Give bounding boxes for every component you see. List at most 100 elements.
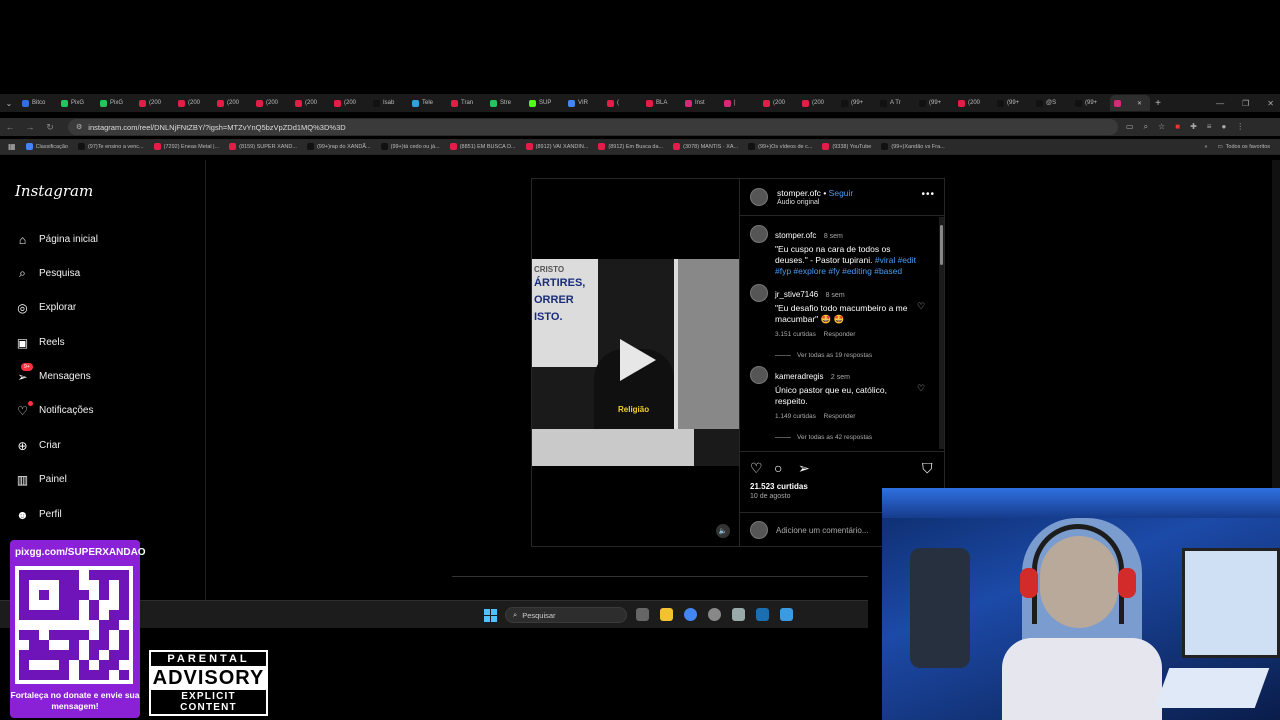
browser-tab[interactable]: ✕	[1110, 95, 1150, 111]
reel-video[interactable]: CRISTO ÁRTIRES, ORRER ISTO. Religião 🔈	[532, 179, 739, 546]
browser-tab[interactable]: PixG	[96, 95, 135, 111]
minimize-icon[interactable]: —	[1216, 99, 1224, 108]
app-icon[interactable]	[708, 608, 721, 621]
comment-username[interactable]: jr_stive7146	[775, 290, 818, 299]
audio-link[interactable]: Áudio original	[777, 199, 819, 206]
comment-like-heart-icon[interactable]: ♡	[917, 383, 925, 394]
browser-tab[interactable]: Isab	[369, 95, 408, 111]
browser-tab[interactable]: SUP	[525, 95, 564, 111]
extension-red-icon[interactable]: ■	[1175, 122, 1180, 132]
browser-tab[interactable]: Stre	[486, 95, 525, 111]
reload-icon[interactable]: ↻	[40, 122, 60, 133]
nav-search[interactable]: ⌕ Pesquisa	[15, 266, 80, 281]
browser-tab[interactable]: Tele	[408, 95, 447, 111]
forward-icon[interactable]: →	[20, 122, 40, 132]
bookmark-item[interactable]: (99+)tá cedo ou já...	[380, 143, 440, 150]
file-explorer-icon[interactable]	[660, 608, 673, 621]
tab-search-chevron-icon[interactable]: ⌄	[0, 99, 18, 108]
nav-notifications[interactable]: ♡ Notificações	[15, 401, 93, 418]
nav-messages[interactable]: ➢ 9+ Mensagens	[15, 363, 91, 384]
instagram-logo[interactable]: Instagram	[15, 182, 93, 200]
media-icon[interactable]: ≡	[1207, 122, 1212, 132]
nav-home[interactable]: ⌂ Página inicial	[15, 232, 98, 247]
comment-icon[interactable]: ○	[774, 460, 782, 476]
back-icon[interactable]: ←	[0, 122, 20, 132]
browser-tab[interactable]: (200	[759, 95, 798, 111]
nav-profile[interactable]: ☻ Perfil	[15, 507, 62, 522]
cast-icon[interactable]: ▭	[1126, 122, 1134, 132]
bookmark-item[interactable]: (99+)rap do XANDÃ...	[306, 143, 371, 150]
address-bar[interactable]: ⚙ instagram.com/reel/DNLNjFNtZBY/?igsh=M…	[68, 119, 1118, 135]
chrome-icon[interactable]	[684, 608, 697, 621]
windows-start-icon[interactable]	[484, 609, 497, 622]
browser-tab[interactable]: @S	[1032, 95, 1071, 111]
view-replies-button[interactable]: Ver todas as 19 respostas	[775, 352, 920, 359]
scroll-thumb[interactable]	[940, 225, 943, 265]
browser-tab[interactable]: BLA	[642, 95, 681, 111]
bookmark-item[interactable]: (3078) MANTIS · XA...	[673, 143, 738, 150]
browser-tab[interactable]: (200	[174, 95, 213, 111]
browser-tab[interactable]: (99+	[1071, 95, 1110, 111]
comment-username[interactable]: kameradregis	[775, 372, 823, 381]
volume-icon[interactable]: 🔈	[716, 524, 730, 538]
caption-avatar[interactable]	[750, 225, 768, 243]
settings-gear-icon[interactable]	[732, 608, 745, 621]
author-avatar[interactable]	[750, 188, 768, 206]
view-replies-button[interactable]: Ver todas as 42 respostas	[775, 434, 920, 441]
comment-likes[interactable]: 1.149 curtidas	[775, 413, 816, 420]
menu-dots-icon[interactable]: ⋮	[1236, 122, 1244, 132]
likes-count[interactable]: 21.523 curtidas	[750, 482, 808, 491]
nav-reels[interactable]: ▣ Reels	[15, 335, 65, 350]
browser-tab[interactable]: (200	[291, 95, 330, 111]
restore-icon[interactable]: ❐	[1242, 99, 1249, 108]
browser-tab[interactable]: |	[720, 95, 759, 111]
close-window-icon[interactable]: ✕	[1267, 99, 1274, 108]
site-info-icon[interactable]: ⚙	[76, 123, 82, 131]
bookmark-item[interactable]: (8912) Em Busca da...	[598, 143, 663, 150]
comment-avatar[interactable]	[750, 284, 768, 302]
browser-tab[interactable]: VIR	[564, 95, 603, 111]
follow-button[interactable]: Seguir	[829, 188, 854, 198]
like-heart-icon[interactable]: ♡	[750, 460, 763, 477]
share-icon[interactable]: ➢	[798, 460, 810, 477]
browser-tab[interactable]: (200	[135, 95, 174, 111]
close-tab-icon[interactable]: ✕	[1137, 100, 1142, 107]
comments-scrollbar[interactable]	[939, 217, 944, 449]
comment-likes[interactable]: 3.151 curtidas	[775, 331, 816, 338]
bookmark-item[interactable]: (9338) YouTube	[822, 143, 871, 150]
browser-tab[interactable]: (99+	[993, 95, 1032, 111]
bookmark-item[interactable]: (8912) VAI XANDIN...	[525, 143, 588, 150]
browser-tab[interactable]: PixG	[57, 95, 96, 111]
comment-avatar[interactable]	[750, 366, 768, 384]
bookmark-item[interactable]: Classificação	[25, 143, 68, 150]
nav-dashboard[interactable]: ▥ Painel	[15, 472, 67, 487]
browser-tab[interactable]: Inst	[681, 95, 720, 111]
browser-tab[interactable]: (200	[213, 95, 252, 111]
all-bookmarks-folder[interactable]: ▭ Todos os favoritos	[1217, 144, 1270, 150]
browser-tab[interactable]: (200	[954, 95, 993, 111]
browser-tab[interactable]: (200	[330, 95, 369, 111]
browser-tab[interactable]: Tran	[447, 95, 486, 111]
bookmark-item[interactable]: (99+)Xandão vs Fra...	[881, 143, 945, 150]
extensions-icon[interactable]: ✚	[1190, 122, 1197, 132]
comment-reply-button[interactable]: Responder	[824, 331, 856, 338]
zoom-icon[interactable]: ⌕	[1144, 122, 1148, 132]
taskbar-search[interactable]: ⌕ Pesquisar	[505, 607, 627, 623]
browser-tab[interactable]: (99+	[837, 95, 876, 111]
nav-create[interactable]: ⊕ Criar	[15, 438, 60, 453]
browser-tab[interactable]: (99+	[915, 95, 954, 111]
bookmark-item[interactable]: (8851) EM BUSCA D...	[449, 143, 516, 150]
new-tab-button[interactable]: +	[1150, 95, 1166, 111]
caption-username[interactable]: stomper.ofc	[775, 231, 816, 240]
bookmark-item[interactable]: (7292) Eneas Metal |...	[153, 143, 219, 150]
browser-tab[interactable]: (	[603, 95, 642, 111]
task-view-icon[interactable]	[636, 608, 649, 621]
save-bookmark-icon[interactable]: ⛉	[922, 460, 933, 477]
steam-icon[interactable]	[756, 608, 769, 621]
bookmark-star-icon[interactable]: ☆	[1158, 122, 1165, 132]
profile-avatar-icon[interactable]: ●	[1221, 122, 1226, 132]
play-icon[interactable]	[620, 339, 656, 381]
bookmark-item[interactable]: (8159) SUPER XAND...	[229, 143, 297, 150]
more-options-icon[interactable]: •••	[921, 189, 935, 200]
nav-explore[interactable]: ◎ Explorar	[15, 300, 76, 315]
